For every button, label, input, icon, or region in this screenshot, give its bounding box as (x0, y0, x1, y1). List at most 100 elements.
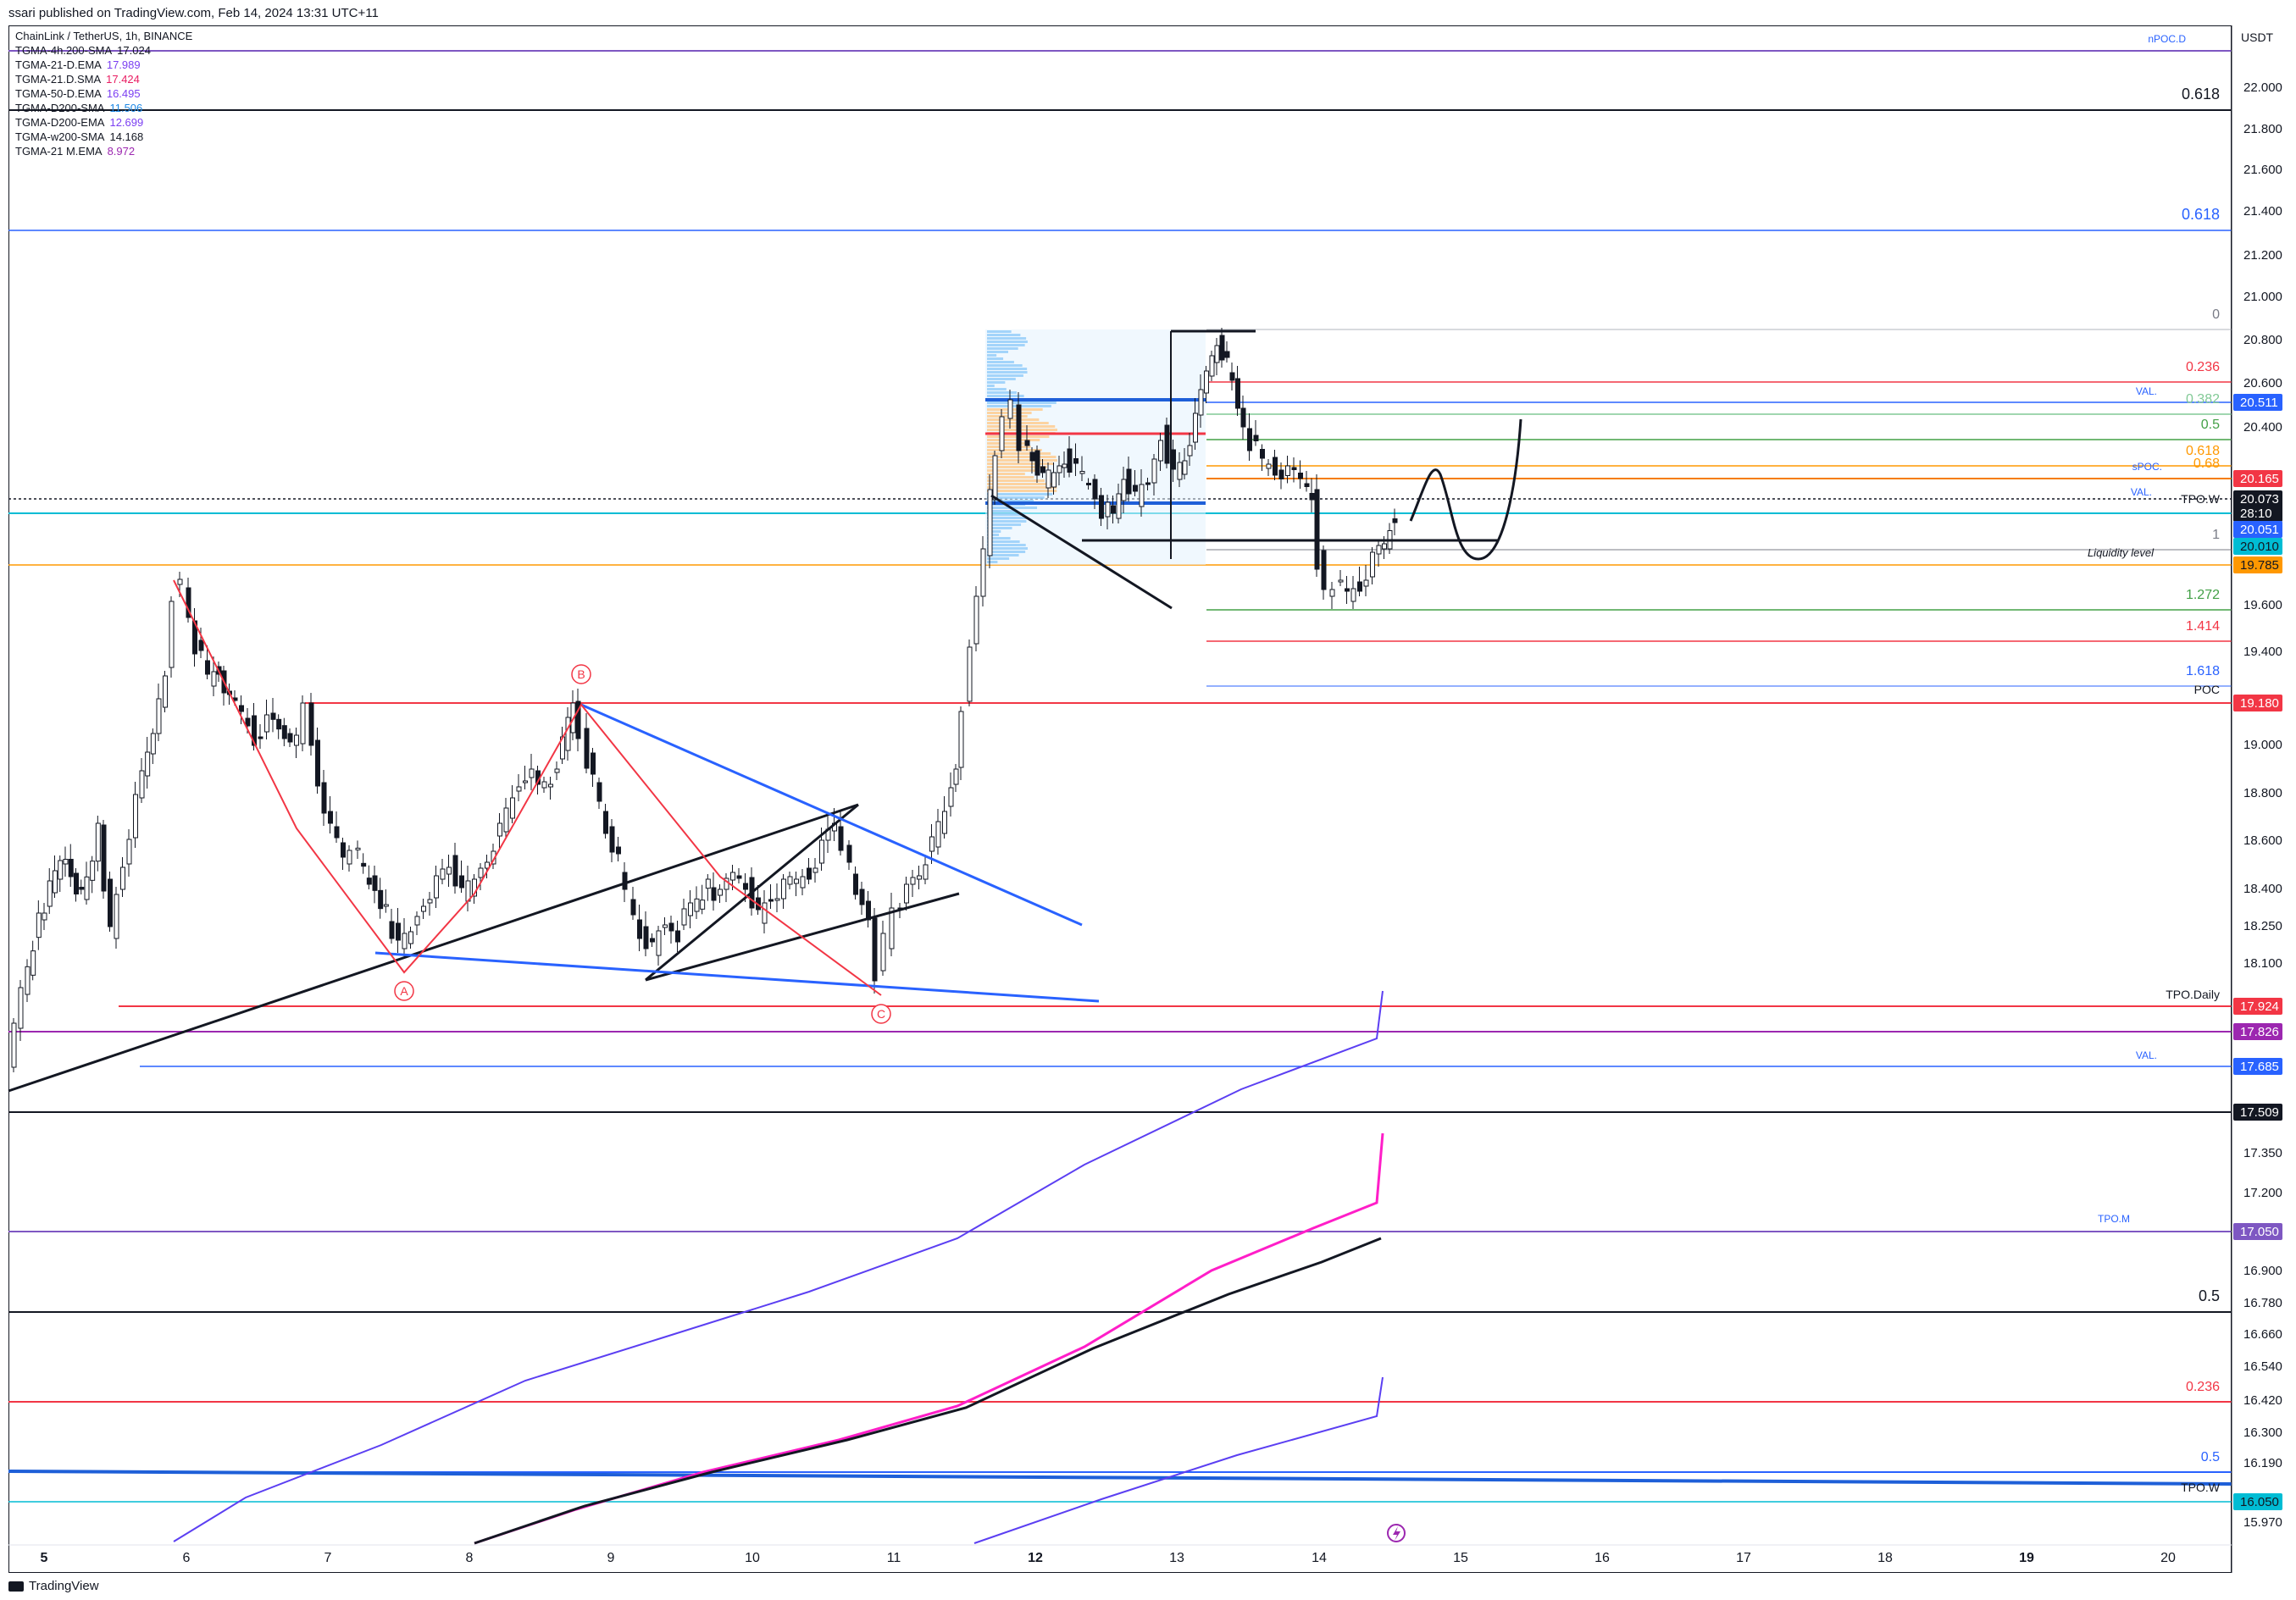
price-tick-label: 16.900 (2243, 1264, 2282, 1278)
candle-body (169, 601, 175, 668)
level-label: 1.414 (2186, 619, 2220, 634)
wave-label-text: B (577, 667, 585, 681)
candle-body (258, 736, 263, 739)
channel-line-upper (645, 803, 859, 982)
candle-body (630, 899, 636, 916)
legend-indicator[interactable]: TGMA-50-D.EMA 16.495 (15, 86, 192, 101)
candle-body (1278, 469, 1284, 479)
candle-body (1321, 550, 1327, 590)
candle-body (846, 844, 852, 863)
candle-body (591, 752, 596, 775)
level-label: 0.236 (2186, 360, 2220, 374)
legend-indicator[interactable]: TGMA-D200-EMA 12.699 (15, 115, 192, 130)
candle-body (287, 733, 293, 743)
legend-indicator-name: TGMA-4h.200-SMA (15, 44, 113, 57)
candle-body (211, 671, 217, 687)
volume-profile-bar (987, 418, 1040, 421)
candle-body (663, 924, 668, 928)
level-label: 0.5 (2201, 1450, 2220, 1464)
legend-indicator[interactable]: TGMA-21 M.EMA 8.972 (15, 144, 192, 158)
legend-indicator[interactable]: TGMA-21.D.SMA 17.424 (15, 72, 192, 86)
price-badge-label: 16.050 (2240, 1495, 2279, 1509)
level-label: TPO.W (2181, 1481, 2221, 1494)
candle-body (973, 595, 979, 645)
time-tick-label: 20 (2160, 1551, 2176, 1565)
candle-body (1067, 448, 1073, 473)
candle-body (205, 660, 210, 675)
time-tick-label: 10 (745, 1551, 760, 1565)
candle-body (396, 922, 401, 941)
volume-profile-bar (987, 371, 1028, 374)
tradingview-brand[interactable]: TradingView (8, 1579, 99, 1593)
candle-body (681, 908, 687, 926)
candle-body (239, 705, 244, 712)
volume-profile-bar (987, 408, 1043, 411)
candle-body (366, 878, 372, 885)
price-tick-label: 16.190 (2243, 1456, 2282, 1470)
candle-body (63, 859, 69, 865)
price-badge-label: 28:10 (2240, 507, 2272, 521)
legend-indicator[interactable]: TGMA-D200-SMA 11.506 (15, 101, 192, 115)
price-badge-label: 17.050 (2240, 1225, 2279, 1239)
wave-label-text: C (877, 1007, 885, 1021)
candle-body (1193, 412, 1198, 443)
candle-body (1382, 543, 1387, 550)
candle-body (705, 878, 711, 889)
volume-profile-bar (987, 340, 1028, 343)
candle-body (942, 811, 947, 834)
candle-body (1051, 472, 1056, 488)
candle-body (794, 878, 799, 884)
candle-body (622, 872, 628, 890)
candle-body (548, 783, 553, 788)
legend-indicator[interactable]: TGMA-w200-SMA 14.168 (15, 130, 192, 144)
price-tick-label: 21.200 (2243, 248, 2282, 263)
candle-body (923, 864, 929, 880)
candle-body (58, 860, 64, 880)
candle-body (510, 797, 515, 819)
candle-body (145, 751, 151, 777)
level-label: Liquidity level (2088, 546, 2155, 559)
legend-indicator[interactable]: TGMA-4h.200-SMA 17.024 (15, 43, 192, 58)
candle-body (156, 698, 162, 734)
candle-body (341, 842, 346, 858)
footer: TradingView (0, 1573, 2296, 1600)
time-axis: 5 6 7 8 9 10 11 12 13 14 15 16 17 18 19 20 (8, 1544, 2232, 1565)
candle-body (1214, 345, 1220, 363)
level-label: 0.382 (2186, 392, 2220, 407)
candle-body (478, 867, 484, 878)
candle-body (859, 889, 865, 905)
level-label: TPO.W (2181, 492, 2221, 506)
price-tick-label: 19.000 (2243, 738, 2282, 752)
candle-body (656, 930, 662, 956)
volume-profile-bar (987, 547, 1028, 550)
volume-profile-bar (987, 344, 1025, 346)
volume-profile-bar (987, 388, 1007, 390)
level-label: 0.68 (2193, 457, 2220, 471)
price-badge-label: 17.685 (2240, 1060, 2279, 1074)
candle-body (736, 875, 742, 879)
candle-body (1164, 424, 1170, 464)
candle-body (308, 702, 314, 746)
candle-body (1086, 483, 1091, 485)
candle-body (68, 859, 74, 878)
candle-body (743, 883, 748, 890)
level-label: POC (2194, 683, 2220, 696)
candle-body (361, 862, 367, 867)
axis-unit-label[interactable]: USDT (2241, 30, 2273, 44)
price-badge-label: 20.165 (2240, 472, 2279, 486)
level-labels: nPOC.D0.6180.61800.236VAL.0.3820.50.6180… (2088, 33, 2221, 1494)
candle-body (967, 646, 973, 702)
price-tick-label: 16.420 (2243, 1393, 2282, 1408)
candle-body (523, 780, 528, 783)
candle-body (79, 887, 85, 890)
legend-indicator-name: TGMA-21 M.EMA (15, 145, 103, 158)
candle-body (126, 839, 132, 865)
trend-line-blue-long (8, 1470, 2232, 1486)
legend-indicator[interactable]: TGMA-21-D.EMA 17.989 (15, 58, 192, 72)
volume-profile-bar (987, 520, 1027, 523)
candle-body (1247, 428, 1252, 451)
candle-body (1029, 451, 1035, 462)
candle-body (372, 875, 378, 891)
price-chart[interactable]: A B C nPOC.D 0.618 0.618 0 0.236 VAL. 0.382 0.5 0.… (0, 0, 2296, 1600)
price-tick-label: 20.400 (2243, 420, 2282, 435)
